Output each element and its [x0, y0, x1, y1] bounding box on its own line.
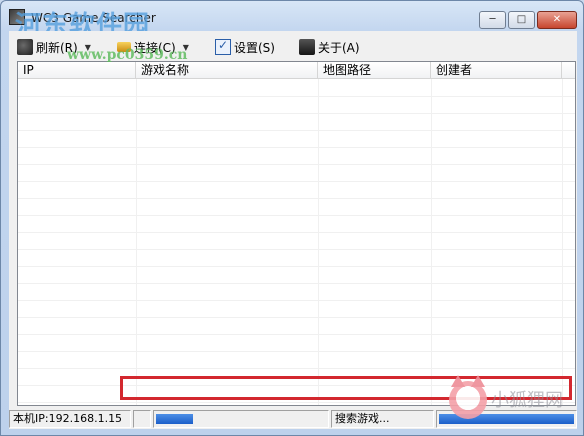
grid-line: [18, 147, 575, 148]
grid-line: [18, 215, 575, 216]
search-progress-bar: [153, 410, 329, 428]
grid-line: [18, 351, 575, 352]
column-header-creator[interactable]: 创建者: [431, 62, 562, 79]
fox-ear-icon: [451, 375, 465, 387]
grid-line: [18, 130, 575, 131]
watermark-corner-text: 小狐狸网: [491, 390, 563, 411]
grid-column-line: [136, 79, 137, 405]
title-bar[interactable]: WC3 Game Searcher 河东软件园 ─ □ ✕: [1, 1, 583, 41]
watermark-site-url: www.pc0359.cn: [67, 47, 188, 63]
search-status-text: 搜索游戏...: [331, 410, 434, 428]
grid-line: [18, 266, 575, 267]
games-list[interactable]: IP 游戏名称 地图路径 创建者: [17, 61, 576, 406]
grid-line: [18, 181, 575, 182]
close-button[interactable]: ✕: [537, 11, 577, 29]
app-window: WC3 Game Searcher 河东软件园 ─ □ ✕ 刷新(R) ▼ 连接…: [0, 0, 584, 436]
column-header-map-path[interactable]: 地图路径: [318, 62, 431, 79]
column-header-game-name[interactable]: 游戏名称: [136, 62, 318, 79]
settings-icon: [215, 38, 231, 55]
status-spacer-panel: [133, 410, 151, 428]
settings-button[interactable]: 设置(S): [215, 37, 275, 57]
about-icon: [299, 39, 315, 55]
grid-line: [18, 198, 575, 199]
grid-line: [18, 368, 575, 369]
grid-line: [18, 96, 575, 97]
grid-line: [18, 317, 575, 318]
grid-line: [18, 164, 575, 165]
client-area: 刷新(R) ▼ 连接(C) ▼ 设置(S) 关于(A) IP 游戏名称 地图路径: [9, 31, 577, 429]
status-bar: 本机IP:192.168.1.15 搜索游戏...: [9, 409, 577, 429]
grid-line: [18, 113, 575, 114]
column-header-ip[interactable]: IP: [18, 62, 136, 79]
search-progress-fill: [156, 414, 194, 424]
refresh-icon: [17, 39, 33, 55]
about-button[interactable]: 关于(A): [299, 37, 360, 57]
grid-line: [18, 334, 575, 335]
grid-column-line: [431, 79, 432, 405]
local-ip-panel: 本机IP:192.168.1.15: [9, 410, 131, 428]
fox-ear-icon: [471, 375, 485, 387]
grid-column-line: [318, 79, 319, 405]
grid-line: [18, 283, 575, 284]
about-label: 关于(A): [318, 40, 360, 55]
settings-label: 设置(S): [234, 40, 275, 55]
list-header: IP 游戏名称 地图路径 创建者: [18, 62, 575, 79]
grid-line: [18, 300, 575, 301]
grid-line: [18, 232, 575, 233]
grid-column-line: [562, 79, 563, 405]
grid-line: [18, 249, 575, 250]
fox-logo-icon: [449, 375, 487, 419]
maximize-button[interactable]: □: [508, 11, 535, 29]
minimize-button[interactable]: ─: [479, 11, 506, 29]
